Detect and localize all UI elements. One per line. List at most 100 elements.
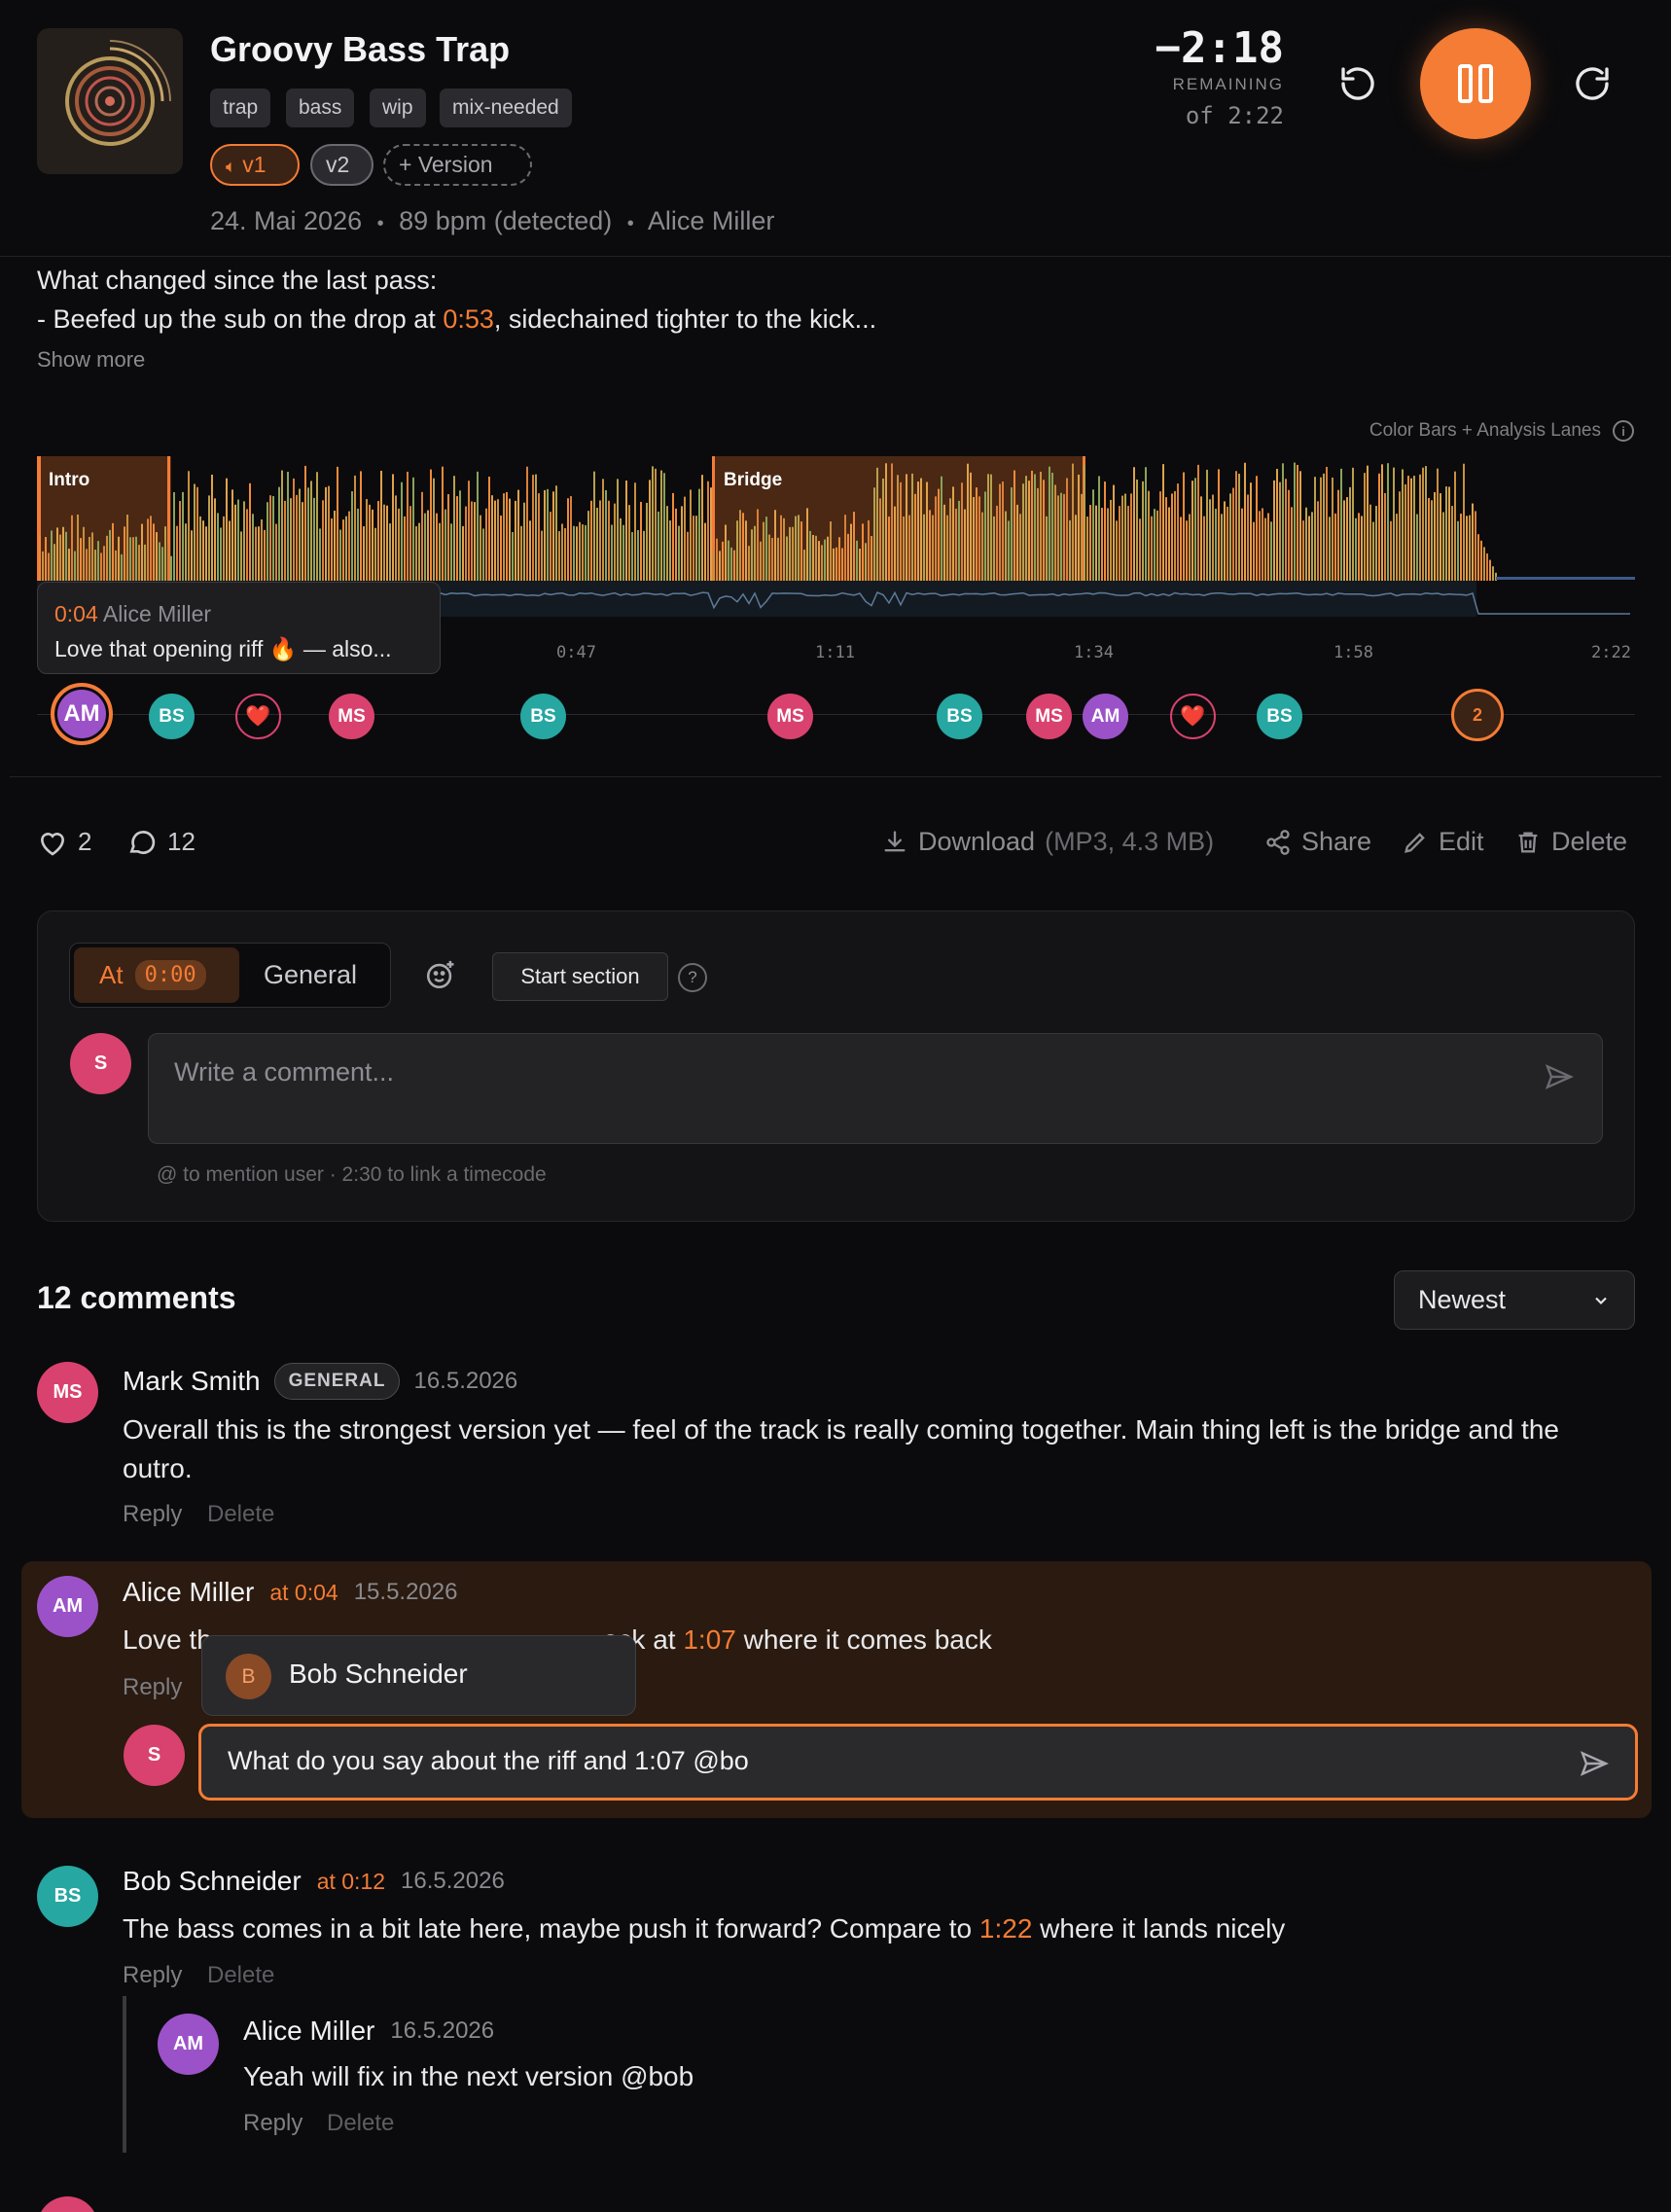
waveform-bar xyxy=(625,481,627,581)
delete-link[interactable]: Delete xyxy=(207,1501,274,1528)
waveform-bar xyxy=(392,474,394,581)
tag-chip[interactable]: wip xyxy=(370,89,426,127)
waveform-bar xyxy=(1393,467,1395,581)
mention-option[interactable]: Bob Schneider xyxy=(289,1659,468,1690)
delete-link[interactable]: Delete xyxy=(207,1962,274,1989)
waveform-bar xyxy=(806,508,808,581)
delete-link[interactable]: Delete xyxy=(327,2110,394,2137)
waveform-bar xyxy=(1066,478,1068,581)
waveform-bar xyxy=(1288,489,1290,581)
waveform-bar xyxy=(1148,490,1150,581)
comment-marker[interactable]: MS xyxy=(767,694,813,739)
timecode-link[interactable]: 1:07 xyxy=(683,1624,736,1655)
waveform-bar xyxy=(1209,499,1211,581)
comment-marker[interactable]: BS xyxy=(937,694,982,739)
waveform-bar xyxy=(693,516,694,581)
waveform-bar xyxy=(1034,474,1036,581)
help-icon[interactable]: ? xyxy=(678,963,707,992)
tag-chip[interactable]: mix-needed xyxy=(440,89,572,127)
waveform-bar xyxy=(1299,471,1301,581)
avatar: AM xyxy=(158,2014,219,2075)
composer-hint: @ to mention user · 2:30 to link a timec… xyxy=(157,1163,547,1186)
pause-button[interactable] xyxy=(1420,28,1531,139)
waveform-bar xyxy=(1259,511,1261,581)
version-v1-button[interactable]: 🔈︎ v1 xyxy=(210,144,300,186)
view-mode-selector[interactable]: Color Bars + Analysis Lanes i xyxy=(1369,420,1634,442)
comment-timecode[interactable]: at 0:04 xyxy=(269,1580,338,1606)
waveform-bar xyxy=(42,551,44,581)
waveform-bar xyxy=(558,531,560,581)
waveform-bar xyxy=(1186,520,1188,581)
comments-count[interactable]: 12 xyxy=(126,827,196,857)
waveform-bar xyxy=(672,492,674,581)
tag-chip[interactable]: bass xyxy=(286,89,355,127)
composer-timecode: 0:00 xyxy=(134,960,206,990)
comment-timecode[interactable]: at 0:12 xyxy=(317,1869,385,1895)
reply-link[interactable]: Reply xyxy=(123,1962,182,1989)
track-description: What changed since the last pass: - Beef… xyxy=(37,266,877,334)
waveform-bar xyxy=(1267,513,1269,581)
mode-general[interactable]: General xyxy=(264,960,357,990)
waveform-bar xyxy=(112,522,114,581)
waveform-bar xyxy=(981,512,983,581)
waveform-bar xyxy=(170,555,172,581)
waveform-bar xyxy=(1326,466,1328,581)
comment-marker[interactable]: MS xyxy=(1026,694,1072,739)
share-button[interactable]: Share xyxy=(1264,827,1371,857)
waveform-bar xyxy=(1215,508,1217,581)
reaction-marker[interactable]: ❤️ xyxy=(1170,694,1216,739)
reply-link[interactable]: Reply xyxy=(123,1501,182,1528)
marker-cluster[interactable]: 2 xyxy=(1451,689,1504,741)
reply-link[interactable]: Reply xyxy=(243,2110,302,2137)
comment-marker[interactable]: BS xyxy=(1257,694,1302,739)
waveform-bar xyxy=(678,525,680,581)
waveform-bar xyxy=(1162,464,1164,581)
sort-select[interactable]: Newest xyxy=(1394,1270,1635,1330)
reply-link[interactable]: Reply xyxy=(123,1674,182,1701)
waveform-bar xyxy=(103,546,105,581)
waveform-bar xyxy=(596,507,598,581)
waveform-bar xyxy=(1063,493,1065,581)
start-section-button[interactable]: Start section xyxy=(492,952,668,1001)
delete-button[interactable]: Delete xyxy=(1514,827,1627,857)
waveform-bar xyxy=(882,479,884,581)
mode-at-timecode[interactable]: At 0:00 xyxy=(74,947,239,1003)
comment-marker[interactable]: AM xyxy=(1083,694,1128,739)
waveform-bar xyxy=(1364,473,1366,581)
waveform-bar xyxy=(287,471,289,581)
like-button[interactable]: 2 xyxy=(37,827,91,857)
waveform-bar xyxy=(888,517,890,581)
add-version-button[interactable]: + Version xyxy=(383,144,532,186)
reaction-marker[interactable]: ❤️ xyxy=(235,694,281,739)
comment-marker[interactable]: BS xyxy=(520,694,566,739)
timecode-link[interactable]: 0:53 xyxy=(443,304,494,334)
forward-button[interactable] xyxy=(1567,58,1618,109)
waveform-bar xyxy=(1317,501,1319,581)
waveform-bar xyxy=(322,500,324,581)
rewind-button[interactable] xyxy=(1333,58,1383,109)
show-more-link[interactable]: Show more xyxy=(37,347,145,373)
emoji-button[interactable] xyxy=(424,958,457,996)
waveform-bar xyxy=(156,532,158,581)
send-icon[interactable] xyxy=(1579,1748,1610,1779)
version-v2-button[interactable]: v2 xyxy=(310,144,373,186)
waveform-bar xyxy=(337,466,338,581)
comment-marker-active[interactable]: AM xyxy=(51,683,113,745)
tag-chip[interactable]: trap xyxy=(210,89,271,127)
waveform-bar xyxy=(923,514,925,581)
comment-marker[interactable]: BS xyxy=(149,694,195,739)
timecode-link[interactable]: 1:22 xyxy=(979,1913,1033,1944)
comment-marker[interactable]: MS xyxy=(329,694,374,739)
send-icon[interactable] xyxy=(1544,1061,1575,1092)
waveform-bar xyxy=(1343,500,1345,581)
heart-icon xyxy=(40,832,65,856)
download-button[interactable]: Download (MP3, 4.3 MB) xyxy=(881,827,1214,857)
comment-input[interactable]: Write a comment... xyxy=(148,1033,1603,1144)
waveform-bar xyxy=(798,515,800,581)
waveform-bar xyxy=(53,544,55,581)
avatar: B xyxy=(226,1654,271,1699)
edit-button[interactable]: Edit xyxy=(1402,827,1484,857)
waveform-bar xyxy=(307,487,309,581)
waveform-bar xyxy=(1332,477,1333,581)
reply-input[interactable]: What do you say about the riff and 1:07 … xyxy=(198,1724,1638,1801)
